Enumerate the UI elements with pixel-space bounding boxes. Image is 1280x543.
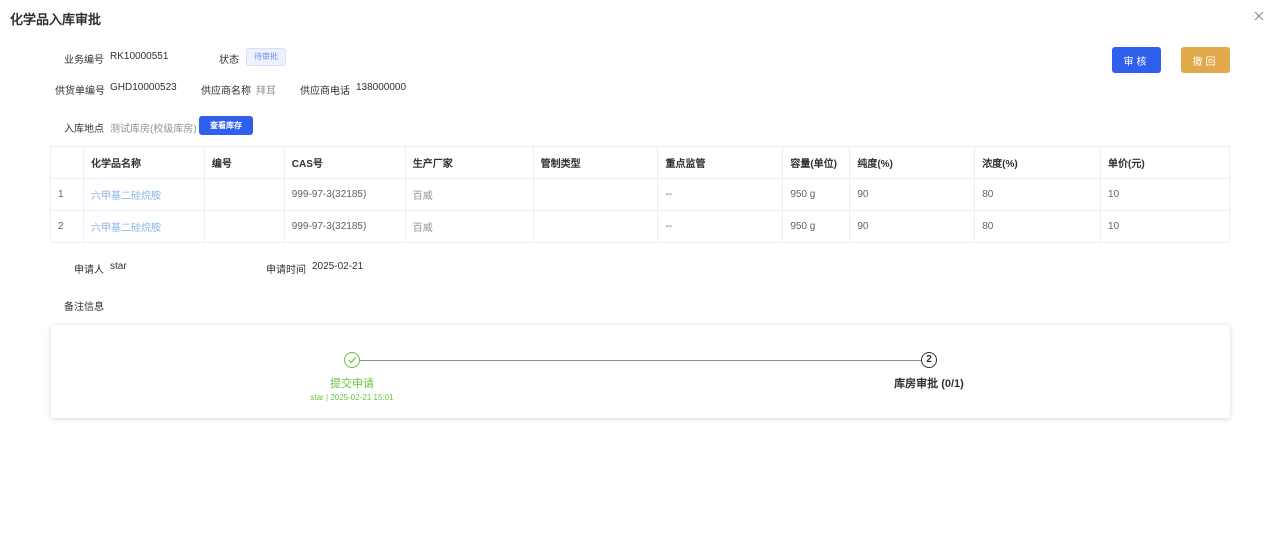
apply-time-value: 2025-02-21 [312,261,364,272]
view-inventory-button[interactable]: 查看库存 [199,116,253,135]
cell-control-type [532,210,659,243]
cell-capacity: 950 g [782,178,851,211]
business-no-value: RK10000551 [110,51,169,62]
cell-capacity: 950 g [782,210,851,243]
col-header-control-type: 管制类型 [532,146,659,179]
cell-concentration: 80 [974,178,1102,211]
col-header-cas: CAS号 [283,146,406,179]
approval-steps-card [51,325,1230,418]
applicant-value: star [110,261,127,272]
col-header-manufacturer: 生产厂家 [404,146,534,179]
apply-time-label: 申请时间 [266,265,306,276]
cell-code [203,210,285,243]
step-2-number-icon: 2 [921,352,937,368]
close-icon[interactable] [1252,9,1266,23]
supplier-phone-value: 138000000 [356,82,407,93]
col-header-concentration: 浓度(%) [974,146,1102,179]
cell-control-type [532,178,659,211]
cell-key-supervision: -- [657,178,784,211]
applicant-label: 申请人 [74,265,104,276]
location-label: 入库地点 [64,124,104,135]
supplier-phone-label: 供应商电话 [300,86,350,97]
dialog-title: 化学品入库审批 [10,12,102,27]
col-header-name: 化学品名称 [82,146,205,179]
col-header-unit-price: 单价(元) [1100,146,1230,179]
status-label: 状态 [219,55,239,66]
cell-purity: 90 [849,178,976,211]
cell-chemical-name-link[interactable]: 六甲基二硅烷胺 [82,210,205,243]
status-badge: 待审批 [246,48,286,66]
cell-purity: 90 [849,210,976,243]
col-header-key-supervision: 重点监管 [657,146,784,179]
cell-code [203,178,285,211]
step-connector-line [360,360,921,361]
col-header-capacity: 容量(单位) [782,146,851,179]
col-header-purity: 纯度(%) [849,146,976,179]
supplier-name-value: 拜耳 [256,86,276,97]
table-row: 1 六甲基二硅烷胺 999-97-3(32185) 百威 -- 950 g 90… [50,178,1230,211]
location-value: 测试库房(校级库房) [110,124,197,135]
withdraw-button[interactable]: 撤回 [1181,47,1230,73]
cell-concentration: 80 [974,210,1102,243]
supply-no-value: GHD10000523 [110,82,177,93]
business-no-label: 业务编号 [64,55,104,66]
cell-manufacturer: 百威 [404,210,534,243]
col-header-index [50,146,84,179]
supply-no-label: 供货单编号 [55,86,105,97]
supplier-name-label: 供应商名称 [201,86,251,97]
table-row: 2 六甲基二硅烷胺 999-97-3(32185) 百威 -- 950 g 90… [50,210,1230,243]
cell-chemical-name-link[interactable]: 六甲基二硅烷胺 [82,178,205,211]
cell-unit-price: 10 [1100,178,1230,211]
audit-button[interactable]: 审核 [1112,47,1161,73]
step-done-check-icon [344,352,360,368]
cell-manufacturer: 百威 [404,178,534,211]
step-1-desc: star | 2025-02-21 15:01 [310,393,394,402]
cell-cas: 999-97-3(32185) [283,178,406,211]
cell-index: 2 [50,210,84,243]
step-2-title: 库房审批 (0/1) [894,378,964,390]
cell-index: 1 [50,178,84,211]
cell-cas: 999-97-3(32185) [283,210,406,243]
step-1-title: 提交申请 [330,378,374,390]
cell-unit-price: 10 [1100,210,1230,243]
cell-key-supervision: -- [657,210,784,243]
col-header-code: 编号 [203,146,285,179]
table-header-row: 化学品名称 编号 CAS号 生产厂家 管制类型 重点监管 容量(单位) 纯度(%… [50,146,1230,179]
chemical-table: 化学品名称 编号 CAS号 生产厂家 管制类型 重点监管 容量(单位) 纯度(%… [50,146,1230,243]
remark-label: 备注信息 [64,302,104,313]
